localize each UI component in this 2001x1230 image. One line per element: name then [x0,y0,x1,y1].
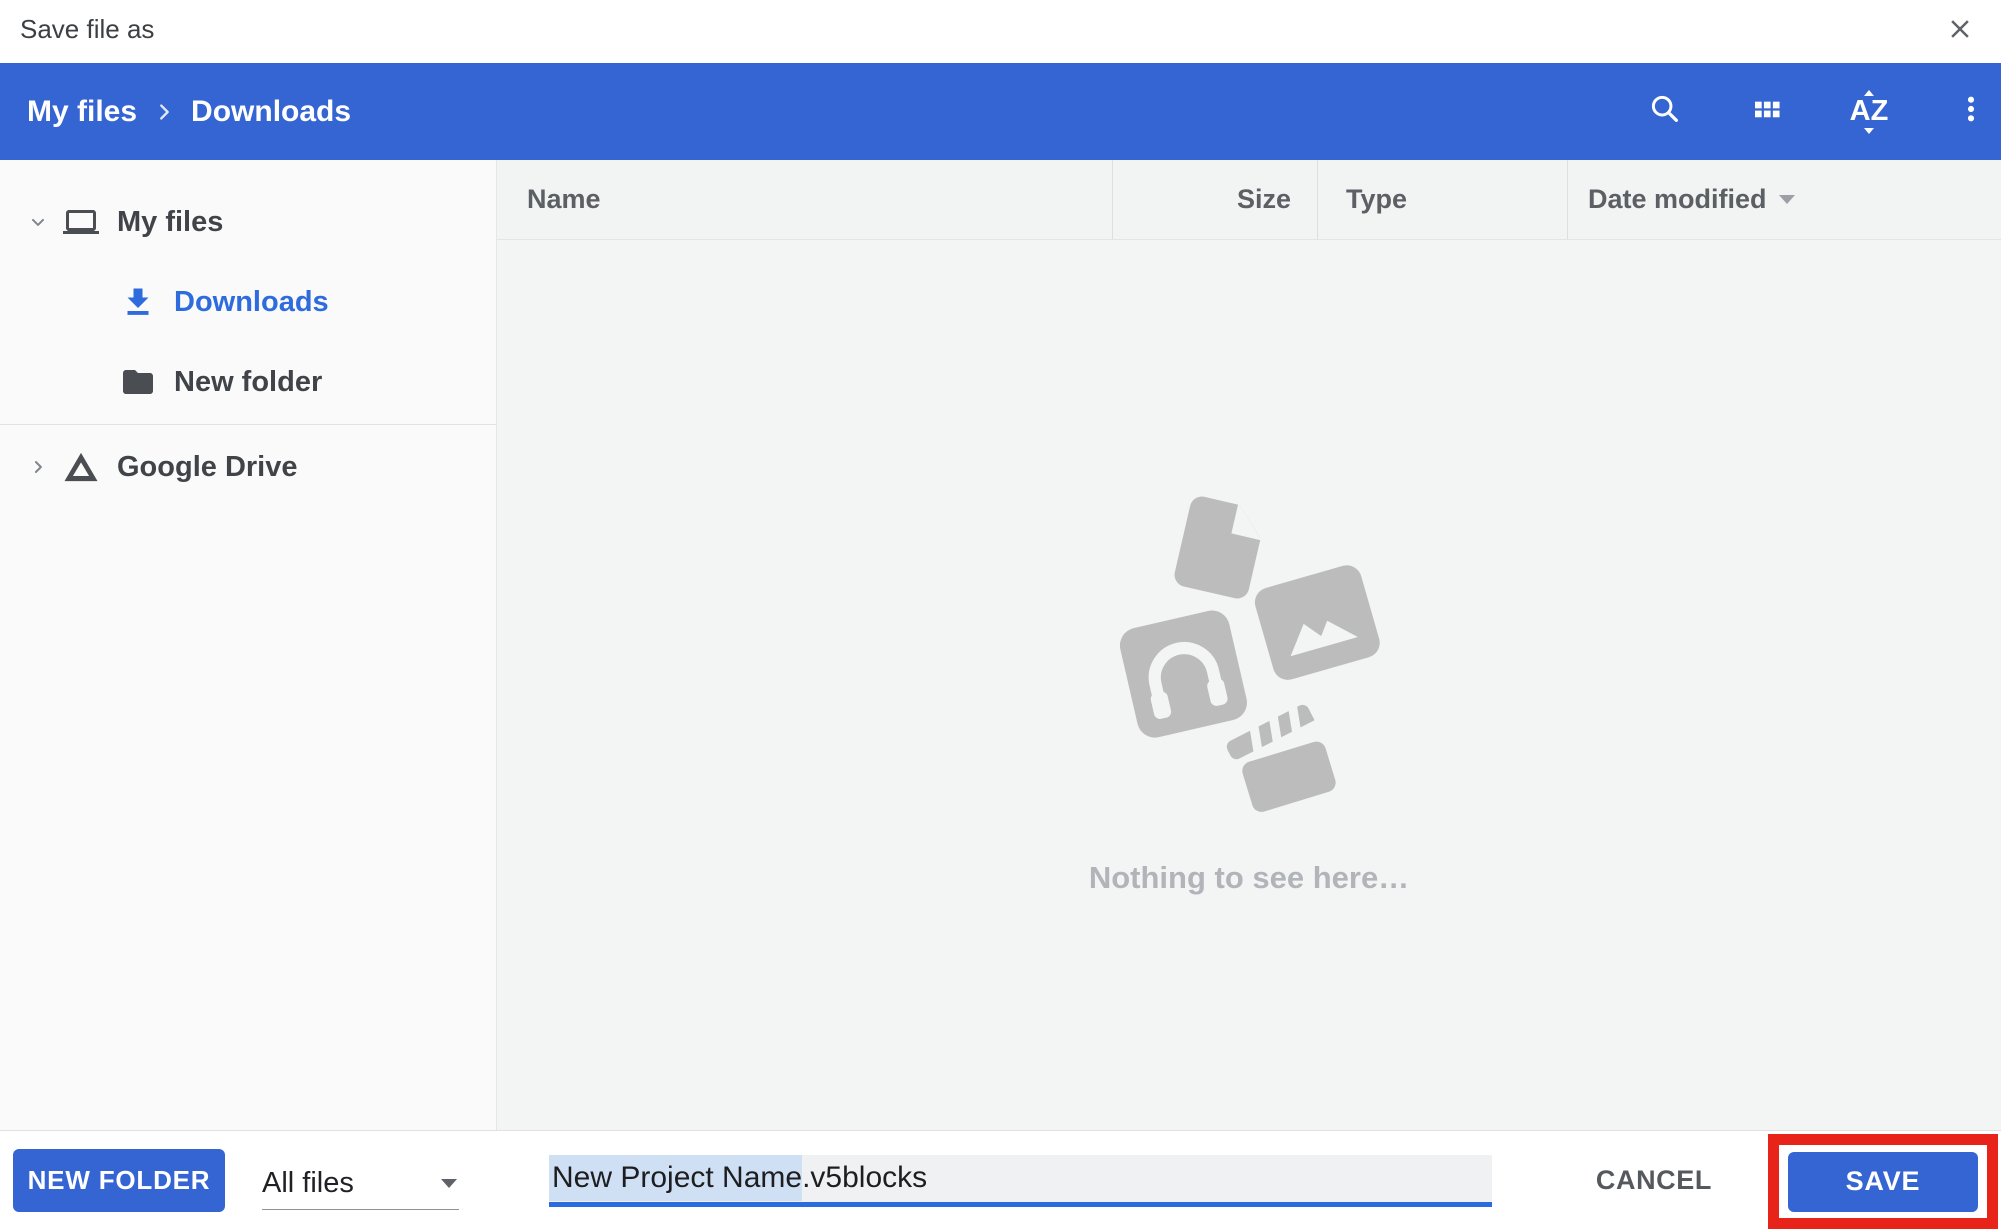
dialog-titlebar: Save file as [0,0,2001,63]
cancel-button[interactable]: CANCEL [1596,1165,1712,1196]
sort-direction-icon [1779,195,1795,204]
sidebar-item-label: My files [117,206,223,239]
google-drive-icon [63,449,99,485]
breadcrumb-my-files[interactable]: My files [27,95,137,129]
sidebar-divider [0,424,496,425]
filename-selected-text: New Project Name [549,1155,802,1201]
file-list-header: Name Size Type Date modified [497,160,2001,240]
sidebar-item-label: Downloads [174,286,329,319]
dialog-body: My files Downloads New folder Google Dri… [0,160,2001,1130]
more-menu-icon [1955,91,1987,132]
toolbar: My files Downloads AZ [0,63,2001,160]
folder-icon [120,364,156,400]
footer-bar: NEW FOLDER All files New Project Name.v5… [0,1130,2001,1230]
chevron-down-icon[interactable] [28,211,48,233]
sidebar-item-label: Google Drive [117,451,298,484]
empty-state-illustration [1079,485,1419,825]
column-header-date-modified[interactable]: Date modified [1567,160,2001,239]
sidebar-item-my-files[interactable]: My files [0,182,496,262]
column-header-size[interactable]: Size [1112,160,1317,239]
more-menu-button[interactable] [1951,88,1991,136]
empty-state-message: Nothing to see here… [497,860,2001,896]
column-header-name[interactable]: Name [497,160,1112,239]
file-list-area: Name Size Type Date modified [497,160,2001,1130]
new-folder-button[interactable]: NEW FOLDER [13,1149,225,1212]
download-icon [120,284,156,320]
close-icon [1945,14,1975,49]
file-type-value: All files [262,1167,354,1200]
breadcrumb: My files Downloads [27,95,351,129]
sidebar-item-downloads[interactable]: Downloads [0,262,496,342]
toolbar-actions: AZ [1583,88,1991,136]
file-type-select[interactable]: All files [262,1158,459,1210]
close-button[interactable] [1939,10,1981,52]
grid-view-icon [1751,93,1783,130]
sort-button[interactable]: AZ [1849,88,1889,136]
save-button[interactable]: SAVE [1788,1152,1978,1212]
image-icon [1245,556,1391,695]
search-button[interactable] [1645,88,1685,136]
filename-input[interactable]: New Project Name.v5blocks [549,1155,1492,1207]
column-header-type[interactable]: Type [1317,160,1567,239]
breadcrumb-chevron-icon [153,101,175,123]
grid-view-button[interactable] [1747,88,1787,136]
breadcrumb-downloads[interactable]: Downloads [191,95,351,129]
dialog-title: Save file as [20,0,154,63]
search-icon [1648,92,1682,131]
computer-icon [63,204,99,240]
sidebar: My files Downloads New folder Google Dri… [0,160,497,1130]
chevron-right-icon[interactable] [28,456,48,478]
sidebar-item-new-folder[interactable]: New folder [0,342,496,422]
dropdown-caret-icon [441,1179,457,1188]
sort-az-icon: AZ [1850,97,1889,126]
sidebar-item-label: New folder [174,366,322,399]
sidebar-item-google-drive[interactable]: Google Drive [0,427,496,507]
filename-extension-text: .v5blocks [802,1161,927,1195]
annotation-highlight: SAVE [1768,1134,1998,1229]
